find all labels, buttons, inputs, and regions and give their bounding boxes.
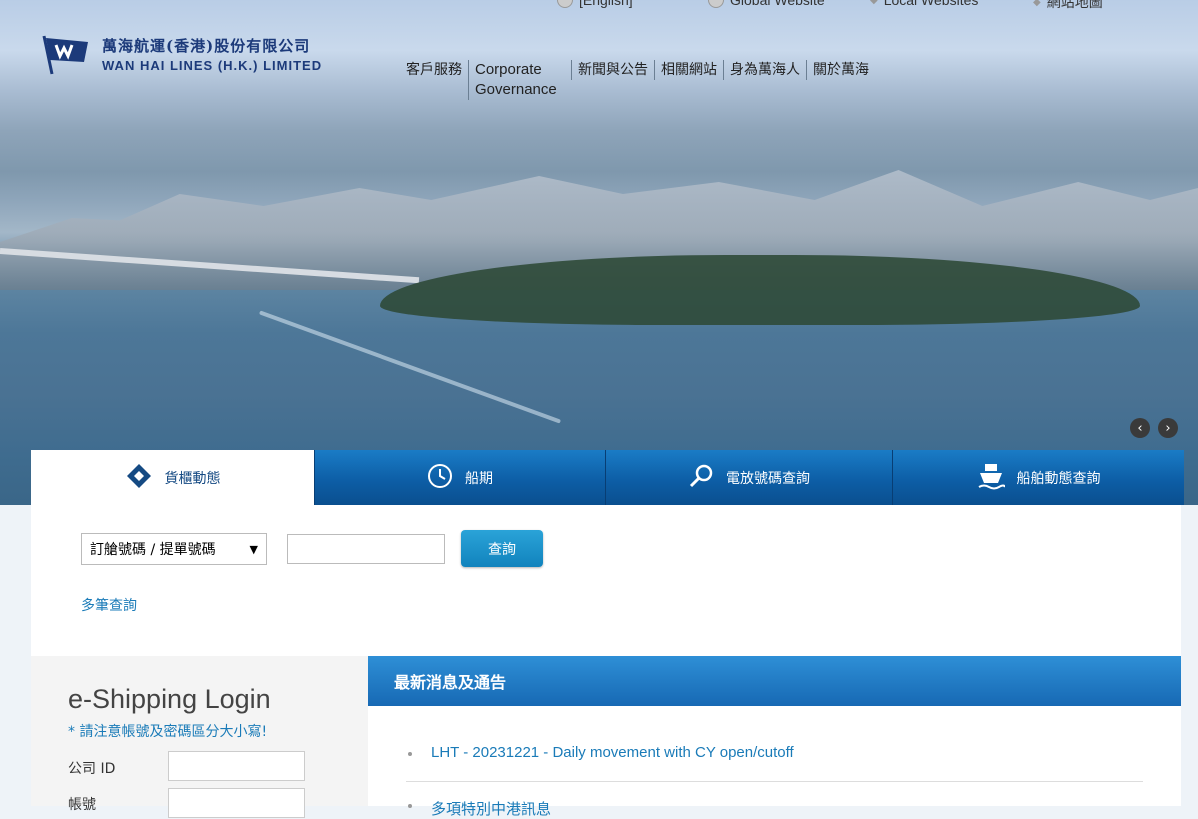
news-item[interactable]: 多項特別中港訊息 [431, 798, 551, 819]
globe-icon [557, 0, 573, 8]
nav-corporate-governance[interactable]: Corporate Governance [468, 60, 571, 100]
divider [406, 781, 1143, 782]
nav-careers[interactable]: 身為萬海人 [723, 60, 806, 80]
english-link[interactable]: [English] [557, 0, 633, 8]
account-input[interactable] [168, 788, 305, 818]
main-nav: 客戶服務 Corporate Governance 新聞與公告 相關網站 身為萬… [406, 60, 875, 100]
company-name-cn: 萬海航運(香港)股份有限公司 [102, 37, 311, 55]
carousel-next-button[interactable]: › [1158, 418, 1178, 438]
carousel-controls: ‹ › [1130, 418, 1178, 438]
globe-icon [708, 0, 724, 8]
company-id-input[interactable] [168, 751, 305, 781]
bullet [408, 804, 412, 808]
tab-container-tracking[interactable]: 貨櫃動態 [31, 450, 314, 505]
chevron-down-icon: ▼ [249, 542, 258, 556]
multi-query-link[interactable]: 多筆查詢 [81, 595, 137, 615]
query-button[interactable]: 查詢 [461, 530, 543, 567]
nav-related-sites[interactable]: 相關網站 [654, 60, 723, 80]
news-panel: 最新消息及通告 LHT - 20231221 - Daily movement … [368, 656, 1181, 818]
pin-icon: ◆ [1033, 0, 1041, 8]
service-tabs: 貨櫃動態 船期 電放號碼查詢 船舶動態查詢 [31, 450, 1184, 505]
carousel-prev-button[interactable]: ‹ [1130, 418, 1150, 438]
company-logo[interactable]: 萬海航運(香港)股份有限公司 WAN HAI LINES (H.K.) LIMI… [40, 32, 322, 76]
ship-icon [977, 461, 1006, 495]
container-icon [125, 462, 153, 494]
eshipping-login-panel: e-Shipping Login * 請注意帳號及密碼區分大小寫! 公司 ID … [31, 656, 368, 818]
clock-icon [427, 463, 453, 493]
ship-wake [258, 310, 562, 424]
local-websites-link[interactable]: ◆ Local Websites [870, 0, 978, 8]
tab-vessel-tracking[interactable]: 船舶動態查詢 [892, 450, 1184, 505]
wan-hai-flag-icon [40, 32, 92, 76]
pin-icon: ◆ [870, 0, 878, 6]
query-type-select[interactable]: 訂艙號碼 / 提單號碼 ▼ [81, 533, 267, 565]
company-id-label: 公司 ID [68, 761, 116, 777]
account-label: 帳號 [68, 797, 96, 813]
company-name-en: WAN HAI LINES (H.K.) LIMITED [102, 58, 323, 73]
nav-news[interactable]: 新聞與公告 [571, 60, 654, 80]
news-title: 最新消息及通告 [368, 656, 1181, 706]
tab-schedule[interactable]: 船期 [314, 450, 605, 505]
global-website-link[interactable]: Global Website [708, 0, 825, 8]
bullet [408, 752, 412, 756]
news-item[interactable]: LHT - 20231221 - Daily movement with CY … [431, 744, 794, 761]
tab-telex-release[interactable]: 電放號碼查詢 [605, 450, 892, 505]
sitemap-link[interactable]: ◆ 網站地圖 [1033, 0, 1103, 12]
tracking-panel: 訂艙號碼 / 提單號碼 ▼ 查詢 多筆查詢 [31, 505, 1181, 656]
nav-about[interactable]: 關於萬海 [806, 60, 875, 80]
nav-customer-service[interactable]: 客戶服務 [406, 60, 468, 80]
magnifier-icon [688, 463, 714, 493]
tracking-number-input[interactable] [287, 534, 445, 564]
case-sensitive-note: * 請注意帳號及密碼區分大小寫! [68, 724, 268, 740]
login-title: e-Shipping Login [68, 684, 271, 714]
